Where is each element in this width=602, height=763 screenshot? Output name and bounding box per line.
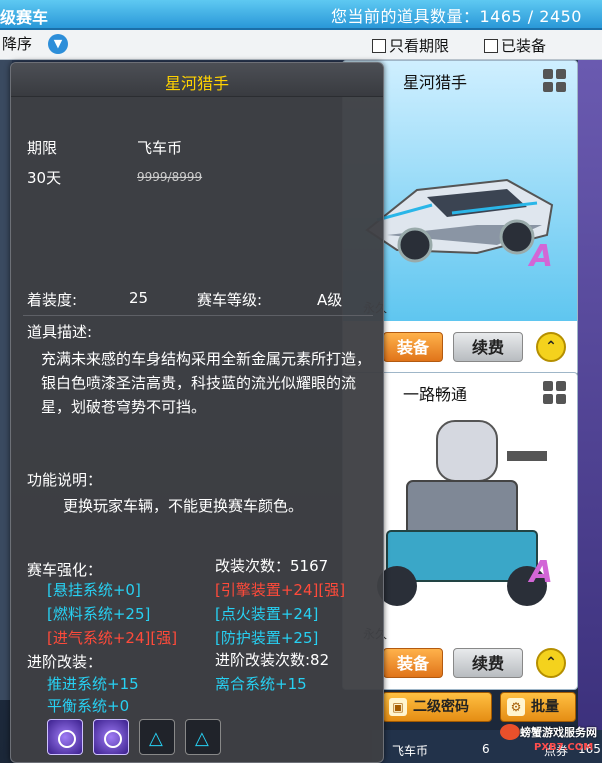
advanced-stat: 离合系统+15 (215, 675, 307, 693)
equip-count-label: 着装度: (27, 291, 78, 309)
grid-icon[interactable] (543, 381, 567, 405)
sort-dropdown[interactable]: 降序 ▼ (0, 33, 70, 56)
empty-slot-icon: △ (139, 719, 175, 755)
gear-icon: ⚙ (507, 698, 525, 716)
item-tooltip: 星河猎手 期限 飞车币 30天 9999/8999 着装度: 25 赛车等级: … (10, 62, 384, 763)
batch-button[interactable]: ⚙ 批量 (500, 692, 576, 722)
header-bar: 级赛车 您当前的道具数量：1465 / 2450 (0, 0, 602, 30)
advanced-stat: 推进系统+15 (47, 675, 139, 693)
advanced-count: 进阶改装次数:82 (215, 651, 330, 669)
currency-amount: 6 (482, 742, 490, 756)
currency-label: 飞车币 (392, 744, 429, 758)
watermark-line2: PXB7.COM (534, 742, 594, 753)
filter-bar: 降序 ▼ 只看期限 已装备 (0, 30, 602, 60)
crab-logo-icon (500, 724, 520, 740)
expand-chevron-icon[interactable]: ⌃ (536, 648, 566, 678)
currency-type-label: 飞车币 (137, 139, 183, 157)
grade-icon: A (529, 239, 553, 274)
enhance-title: 赛车强化： (27, 561, 103, 579)
description-title: 道具描述: (27, 323, 93, 341)
equip-button[interactable]: 装备 (383, 648, 443, 678)
function-text: 更换玩家车辆，不能更换赛车颜色。 (63, 497, 304, 515)
gem-slot-icon (93, 719, 129, 755)
car-image (365, 178, 554, 263)
car-level-value: A级 (317, 291, 343, 309)
empty-slot-icon: △ (185, 719, 221, 755)
grid-icon[interactable] (543, 69, 567, 93)
equip-button[interactable]: 装备 (383, 332, 443, 362)
tooltip-title: 星河猎手 (164, 74, 229, 93)
checkbox-icon[interactable] (372, 39, 386, 53)
modification-count: 改装次数：5167 (215, 557, 329, 575)
grade-icon: A (529, 555, 553, 590)
filter-equipped[interactable]: 已装备 (484, 35, 546, 56)
sort-label: 降序 (2, 35, 33, 53)
site-watermark: 螃蟹游戏服务网 PXB7.COM (500, 720, 602, 763)
gem-slot-icon (47, 719, 83, 755)
advanced-title: 进阶改装： (27, 653, 103, 671)
filter-only-expiry[interactable]: 只看期限 (372, 35, 449, 56)
expand-chevron-icon[interactable]: ⌃ (536, 332, 566, 362)
enhance-stat: [点火装置+24] (215, 605, 319, 623)
right-side-strip (578, 60, 602, 763)
divider (23, 315, 373, 316)
car-image (377, 420, 547, 606)
item-count: 您当前的道具数量：1465 / 2450 (330, 7, 582, 26)
enhance-stat: [进气系统+24][强] (47, 629, 178, 647)
tooltip-header: 星河猎手 (11, 63, 383, 97)
expiry-label: 期限 (27, 139, 58, 157)
category-title: 级赛车 (0, 8, 49, 27)
checkbox-icon[interactable] (484, 39, 498, 53)
description-text: 充满未来感的车身结构采用全新金属元素所打造，银白色喷漆圣洁高贵，科技蓝的流光似耀… (41, 350, 372, 416)
price-value: 9999/8999 (137, 170, 203, 184)
expiry-value: 30天 (27, 169, 62, 187)
chevron-down-icon[interactable]: ▼ (48, 34, 68, 54)
car-level-label: 赛车等级: (197, 291, 263, 309)
enhance-stat: [悬挂系统+0] (47, 581, 141, 599)
renew-button[interactable]: 续费 (453, 332, 523, 362)
secondary-password-button[interactable]: ▣ 二级密码 (382, 692, 492, 722)
renew-button[interactable]: 续费 (453, 648, 523, 678)
lock-icon: ▣ (389, 698, 407, 716)
enhance-stat: [燃料系统+25] (47, 605, 151, 623)
equip-count-value: 25 (129, 289, 149, 307)
function-title: 功能说明： (27, 471, 103, 489)
enhance-stat: [防护装置+25] (215, 629, 319, 647)
watermark-line1: 螃蟹游戏服务网 (520, 726, 597, 739)
enhance-stat: [引擎装置+24][强] (215, 581, 346, 599)
advanced-stat: 平衡系统+0 (47, 697, 130, 715)
